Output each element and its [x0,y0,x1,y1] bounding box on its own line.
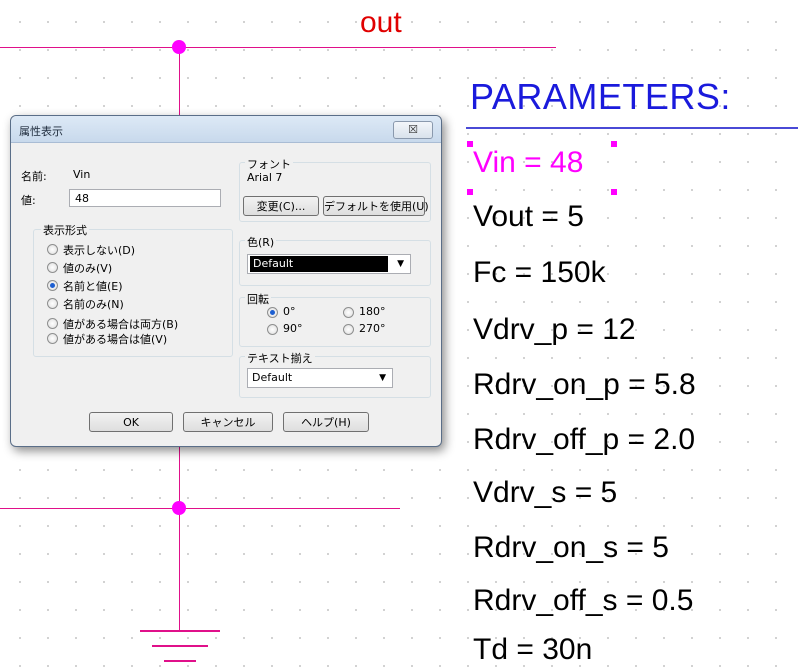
option-both-if-value-label[interactable]: 値がある場合は両方(B) [63,316,178,332]
rotation-label: 回転 [245,291,271,307]
name-value: Vin [73,168,91,181]
vertical-wire-bottom [179,445,180,630]
param-rdrv-off-s[interactable]: Rdrv_off_s = 0.5 [473,584,693,618]
param-td[interactable]: Td = 30n [473,633,592,667]
option-value-if-value-label[interactable]: 値がある場合は値(V) [63,331,167,347]
ok-button[interactable]: OK [89,412,173,432]
radio-hide[interactable] [47,244,58,255]
param-vdrv-s[interactable]: Vdrv_s = 5 [473,476,617,510]
option-value-only-label[interactable]: 値のみ(V) [63,260,112,276]
option-name-only-label[interactable]: 名前のみ(N) [63,296,124,312]
color-select[interactable]: Default ▼ [247,254,411,274]
option-name-and-value-label[interactable]: 名前と値(E) [63,278,123,294]
selection-handle[interactable] [611,141,617,147]
ground-line-1 [140,630,220,632]
color-swatch: Default [250,256,388,272]
param-rdrv-on-p[interactable]: Rdrv_on_p = 5.8 [473,368,696,402]
top-wire [0,47,556,48]
rotation-0-label[interactable]: 0° [283,305,296,318]
junction-bottom [172,501,186,515]
text-align-label: テキスト揃え [245,350,315,366]
display-format-label: 表示形式 [41,222,89,238]
param-rdrv-off-p[interactable]: Rdrv_off_p = 2.0 [473,423,695,457]
dialog-titlebar[interactable]: 属性表示 ☒ [11,116,441,143]
option-hide-label[interactable]: 表示しない(D) [63,242,135,258]
close-icon[interactable]: ☒ [393,121,433,139]
rotation-180-label[interactable]: 180° [359,305,386,318]
net-label-out[interactable]: out [360,6,402,40]
help-button[interactable]: ヘルプ(H) [283,412,369,432]
name-label: 名前: [21,170,47,183]
selection-handle[interactable] [467,189,473,195]
ground-line-2 [152,645,208,647]
chevron-down-icon[interactable]: ▼ [379,369,386,387]
parameters-underline [466,127,798,129]
cancel-button[interactable]: キャンセル [183,412,273,432]
rotation-270-label[interactable]: 270° [359,322,386,335]
param-fc[interactable]: Fc = 150k [473,256,606,290]
radio-rotation-180[interactable] [343,307,354,318]
radio-name-and-value[interactable] [47,280,58,291]
change-font-button[interactable]: 変更(C)... [243,196,319,216]
font-label: フォント [245,156,293,172]
font-value: Arial 7 [247,171,283,184]
color-label: 色(R) [245,234,277,250]
text-align-select[interactable]: Default ▼ [247,368,393,388]
radio-value-if-value[interactable] [47,333,58,344]
vertical-wire-top [179,47,180,117]
use-default-font-button[interactable]: デフォルトを使用(U) [323,196,429,216]
text-align-value: Default [252,371,293,384]
value-input[interactable]: 48 [69,189,221,207]
selection-handle[interactable] [611,189,617,195]
display-properties-dialog: 属性表示 ☒ 名前: Vin 値: 48 表示形式 表示しない(D) 値のみ(V… [10,115,442,447]
chevron-down-icon[interactable]: ▼ [397,255,404,273]
radio-rotation-0[interactable] [267,307,278,318]
param-vdrv-p[interactable]: Vdrv_p = 12 [473,313,636,347]
param-rdrv-on-s[interactable]: Rdrv_on_s = 5 [473,531,669,565]
radio-value-only[interactable] [47,262,58,273]
dialog-title: 属性表示 [19,125,63,138]
rotation-90-label[interactable]: 90° [283,322,303,335]
radio-rotation-90[interactable] [267,324,278,335]
param-vout[interactable]: Vout = 5 [473,200,584,234]
radio-rotation-270[interactable] [343,324,354,335]
parameters-title[interactable]: PARAMETERS: [470,76,731,118]
junction-top [172,40,186,54]
radio-name-only[interactable] [47,298,58,309]
radio-both-if-value[interactable] [47,318,58,329]
middle-wire [0,508,400,509]
ground-line-3 [164,660,196,662]
value-label: 値: [21,194,36,207]
param-vin[interactable]: Vin = 48 [473,146,583,180]
